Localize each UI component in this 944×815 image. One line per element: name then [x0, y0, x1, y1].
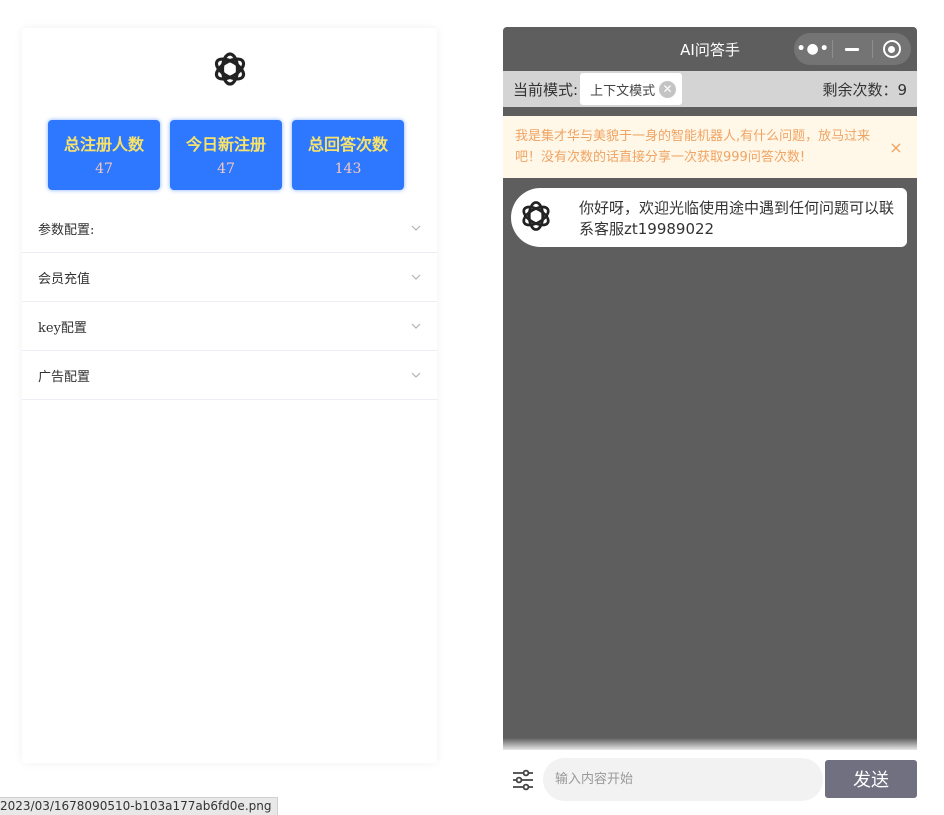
config-item-key[interactable]: key配置: [22, 302, 437, 351]
openai-logo-icon: [522, 201, 550, 231]
minimize-icon: [845, 47, 860, 51]
mode-value: 上下文模式: [590, 83, 656, 99]
stat-title: 今日新注册: [185, 134, 266, 154]
config-accordion: 参数配置: 会员充值 key配置 广告配置: [22, 204, 437, 400]
avatar: [514, 194, 558, 238]
chevron-down-icon: [411, 323, 421, 329]
more-dots-icon: •●•: [796, 41, 830, 57]
mode-selector[interactable]: 上下文模式 ✕: [580, 73, 683, 105]
close-miniapp-button[interactable]: [873, 33, 911, 65]
target-circle-icon: [882, 40, 901, 58]
chevron-down-icon: [411, 274, 421, 280]
message-bubble: 你好呀，欢迎光临使用途中遇到任何问题可以联系客服zt19989022: [511, 188, 907, 247]
app-title: AI问答手: [680, 40, 740, 59]
admin-panel: 总注册人数 47 今日新注册 47 总回答次数 143 参数配置: 会员充值 k…: [22, 28, 437, 763]
config-item-ads[interactable]: 广告配置: [22, 351, 437, 400]
config-label: key配置: [38, 320, 87, 336]
stat-value: 143: [334, 160, 362, 177]
chevron-down-icon: [411, 372, 421, 378]
mode-label: 当前模式:: [513, 80, 579, 99]
stat-value: 47: [95, 160, 113, 177]
config-label: 参数配置:: [38, 222, 95, 238]
minimize-button[interactable]: [833, 33, 871, 65]
clear-mode-icon[interactable]: ✕: [659, 80, 677, 98]
send-button[interactable]: 发送: [825, 760, 917, 798]
notice-bar: 我是集才华与美貌于一身的智能机器人,有什么问题，放马过来吧！没有次数的话直接分享…: [503, 116, 917, 178]
config-label: 会员充值: [38, 271, 91, 287]
chat-phone: AI问答手 •●• 当前模式: 上下文模式 ✕ 剩余次数：9 我是集才华与美貌于…: [503, 27, 917, 805]
more-button[interactable]: •●•: [794, 33, 832, 65]
chevron-down-icon: [411, 225, 421, 231]
stats-row: 总注册人数 47 今日新注册 47 总回答次数 143: [48, 120, 408, 190]
title-bar: AI问答手 •●•: [503, 27, 917, 71]
config-item-recharge[interactable]: 会员充值: [22, 253, 437, 302]
openai-logo-icon: [214, 52, 246, 86]
config-item-params[interactable]: 参数配置:: [22, 204, 437, 253]
miniapp-capsule: •●•: [794, 33, 911, 65]
stat-value: 47: [217, 160, 235, 177]
stat-title: 总注册人数: [63, 134, 144, 154]
mode-bar: 当前模式: 上下文模式 ✕ 剩余次数：9: [503, 71, 917, 107]
stat-card-today-new: 今日新注册 47: [170, 120, 282, 190]
chat-input[interactable]: [543, 758, 823, 801]
stat-title: 总回答次数: [307, 134, 388, 154]
status-url: 2023/03/1678090510-b103a177ab6fd0e.png: [0, 797, 279, 815]
stat-card-total-users: 总注册人数 47: [48, 120, 160, 190]
close-icon[interactable]: ×: [885, 138, 907, 157]
notice-text: 我是集才华与美貌于一身的智能机器人,有什么问题，放马过来吧！没有次数的话直接分享…: [515, 129, 871, 165]
sliders-icon[interactable]: [511, 768, 535, 792]
remaining-count: 剩余次数：9: [822, 80, 907, 99]
input-bar: 发送: [503, 750, 917, 808]
stat-card-total-answers: 总回答次数 143: [292, 120, 404, 190]
config-label: 广告配置: [38, 369, 91, 385]
message-text: 你好呀，欢迎光临使用途中遇到任何问题可以联系客服zt19989022: [579, 199, 895, 238]
